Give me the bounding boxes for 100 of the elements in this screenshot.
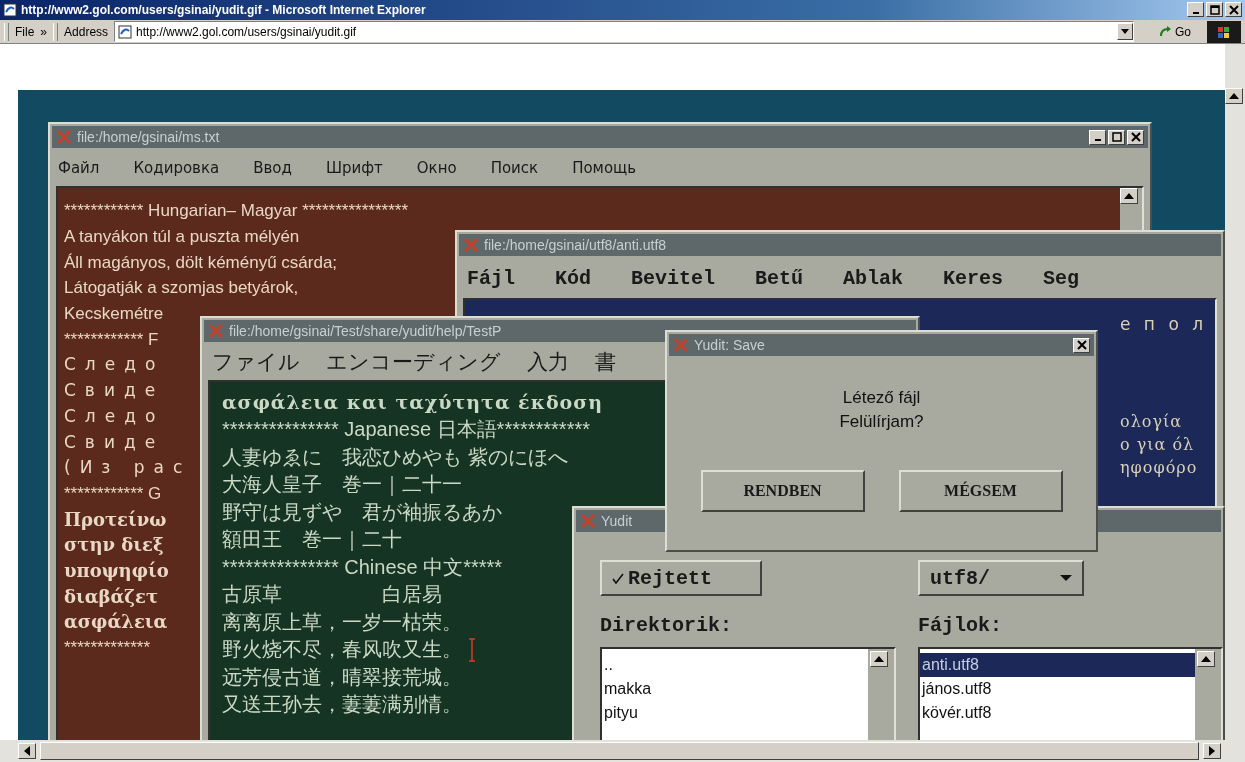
menu-item[interactable]: Шрифт xyxy=(325,159,383,178)
text-line: *************** Japanese 日本語************ xyxy=(222,417,590,443)
close-icon xyxy=(1076,340,1087,351)
text-line: διαβάζετ xyxy=(64,584,159,609)
menu-item[interactable]: Ввод xyxy=(253,159,292,178)
more-chevron[interactable]: » xyxy=(40,24,48,39)
up-arrow-icon xyxy=(1229,93,1239,100)
text-line: ηφοφόρο xyxy=(1120,458,1198,478)
text-line: ************ Hungarian– Magyar **************** xyxy=(64,200,408,223)
minimize-button[interactable] xyxy=(1187,2,1204,18)
close-button[interactable] xyxy=(1127,129,1144,145)
text-line: 野火烧不尽，春风吹又生。 xyxy=(222,637,462,663)
maximize-icon xyxy=(1111,132,1122,143)
menu-item[interactable]: Kód xyxy=(555,266,592,290)
text-line: ολογία xyxy=(1120,412,1183,432)
text-line: υποψηφίο xyxy=(64,558,169,583)
menu-item[interactable]: Помощь xyxy=(572,159,637,178)
menu-item[interactable]: Fájl xyxy=(467,266,515,290)
scroll-right-button[interactable] xyxy=(1203,743,1221,760)
text-line: A tanyákon túl a puszta mélyén xyxy=(64,226,300,249)
arrow-icon xyxy=(1158,24,1172,39)
close-icon xyxy=(1228,4,1239,15)
text-line: Kecskemétre xyxy=(64,303,164,326)
menu-item[interactable]: Поиск xyxy=(490,159,539,178)
list-item[interactable]: kövér.utf8 xyxy=(920,701,1195,726)
close-button[interactable] xyxy=(1225,2,1242,18)
menu-item[interactable]: Bevitel xyxy=(631,266,716,290)
dialog-button[interactable]: MÉGSEM xyxy=(898,470,1063,513)
x-logo-icon xyxy=(580,514,596,529)
text-line: 大海人皇子 巻一｜二十一 xyxy=(222,472,462,498)
window-title: file:/home/gsinai/utf8/anti.utf8 xyxy=(484,237,667,254)
minimize-button[interactable] xyxy=(1089,129,1106,145)
address-field[interactable]: http://www2.gol.com/users/gsinai/yudit.gif xyxy=(114,21,1134,42)
menu-item[interactable]: Кодировка xyxy=(133,159,220,178)
scroll-up-button[interactable] xyxy=(1225,88,1243,105)
x-logo-icon xyxy=(463,238,479,253)
menu-item[interactable]: 書 xyxy=(595,348,616,377)
text-line: ************* xyxy=(64,637,150,660)
right-arrow-icon xyxy=(1209,746,1215,757)
close-icon xyxy=(1130,132,1141,143)
text-line: Látogatják a szomjas betyárok, xyxy=(64,277,299,300)
window-title: Yudit: Save xyxy=(694,337,765,354)
text-line: 古原草 白居易 xyxy=(222,582,442,608)
text-line: 离离原上草，一岁一枯荣。 xyxy=(222,609,462,635)
left-arrow-icon xyxy=(24,746,30,757)
maximize-button[interactable] xyxy=(1206,2,1223,18)
scroll-up-button[interactable] xyxy=(1120,188,1138,205)
go-button[interactable]: Go xyxy=(1148,24,1201,39)
menu-item[interactable]: Betű xyxy=(755,266,804,290)
x-logo-icon xyxy=(56,130,72,145)
text-line: Следо xyxy=(64,353,165,377)
close-button[interactable] xyxy=(1073,337,1090,353)
menu-item[interactable]: エンコーディング xyxy=(326,348,501,377)
text-line: 远芳侵古道，晴翠接荒城。 xyxy=(222,664,462,690)
text-line: 額田王 巻一｜二十 xyxy=(222,527,402,553)
window-title: http://www2.gol.com/users/gsinai/yudit.gif - Microsoft Internet Explorer xyxy=(21,2,426,17)
browser-page-icon xyxy=(3,2,17,17)
maximize-button[interactable] xyxy=(1108,129,1125,145)
text-line: (Из рас xyxy=(64,456,192,480)
text-line: е п о л xyxy=(1120,314,1208,335)
list-item[interactable]: pityu xyxy=(602,701,868,726)
list-item[interactable]: .. xyxy=(602,653,868,678)
menu-item[interactable]: File xyxy=(15,24,35,39)
logo-icon xyxy=(1207,20,1241,43)
text-line: Προτείνω xyxy=(64,507,167,532)
dialog-message: Felülírjam? xyxy=(839,412,924,433)
menu-item[interactable]: Файл xyxy=(58,159,100,178)
text-line: ************ F xyxy=(64,328,159,351)
window-title: file:/home/gsinai/ms.txt xyxy=(77,129,220,146)
menu-item[interactable]: 入力 xyxy=(527,348,569,377)
hidden-files-toggle[interactable]: Rejtett xyxy=(600,560,762,597)
scrollbar-thumb[interactable] xyxy=(40,742,1199,761)
caret-icon xyxy=(1060,575,1072,582)
text-line: 野守は見ずや 君が袖振るあか xyxy=(222,499,502,525)
text-line: Áll magányos, dölt kéményű csárda; xyxy=(64,251,338,274)
list-item[interactable]: anti.utf8 xyxy=(920,653,1195,678)
x-logo-icon xyxy=(208,324,224,339)
text-line: ασφάλεια xyxy=(64,610,168,635)
window-title: file:/home/gsinai/Test/share/yudit/help/TestP xyxy=(229,323,502,340)
text-line: *************** Chinese 中文***** xyxy=(222,554,503,580)
x-logo-icon xyxy=(673,338,689,353)
scroll-left-button[interactable] xyxy=(18,743,36,760)
list-label: Direktorik: xyxy=(600,614,733,638)
menu-item[interactable]: Keres xyxy=(943,266,1004,290)
text-line: ασφάλεια και ταχύτητα έκδοση xyxy=(222,391,604,414)
list-item[interactable]: jános.utf8 xyxy=(920,677,1195,702)
menu-item[interactable]: Seg xyxy=(1043,266,1080,290)
window-title: Yudit xyxy=(601,513,633,530)
scroll-up-button[interactable] xyxy=(870,651,888,668)
minimize-icon xyxy=(1192,11,1199,14)
menu-item[interactable]: ファイル xyxy=(212,348,300,377)
dialog-message: Létező fájl xyxy=(842,388,921,409)
dialog-button[interactable]: RENDBEN xyxy=(700,470,865,513)
folder-dropdown[interactable]: utf8/ xyxy=(918,560,1084,597)
list-item[interactable]: makka xyxy=(602,677,868,702)
menu-item[interactable]: Ablak xyxy=(843,266,904,290)
check-icon xyxy=(612,572,624,585)
scroll-up-button[interactable] xyxy=(1197,651,1215,668)
menu-item[interactable]: Окно xyxy=(416,159,457,178)
minimize-icon xyxy=(1094,139,1101,142)
